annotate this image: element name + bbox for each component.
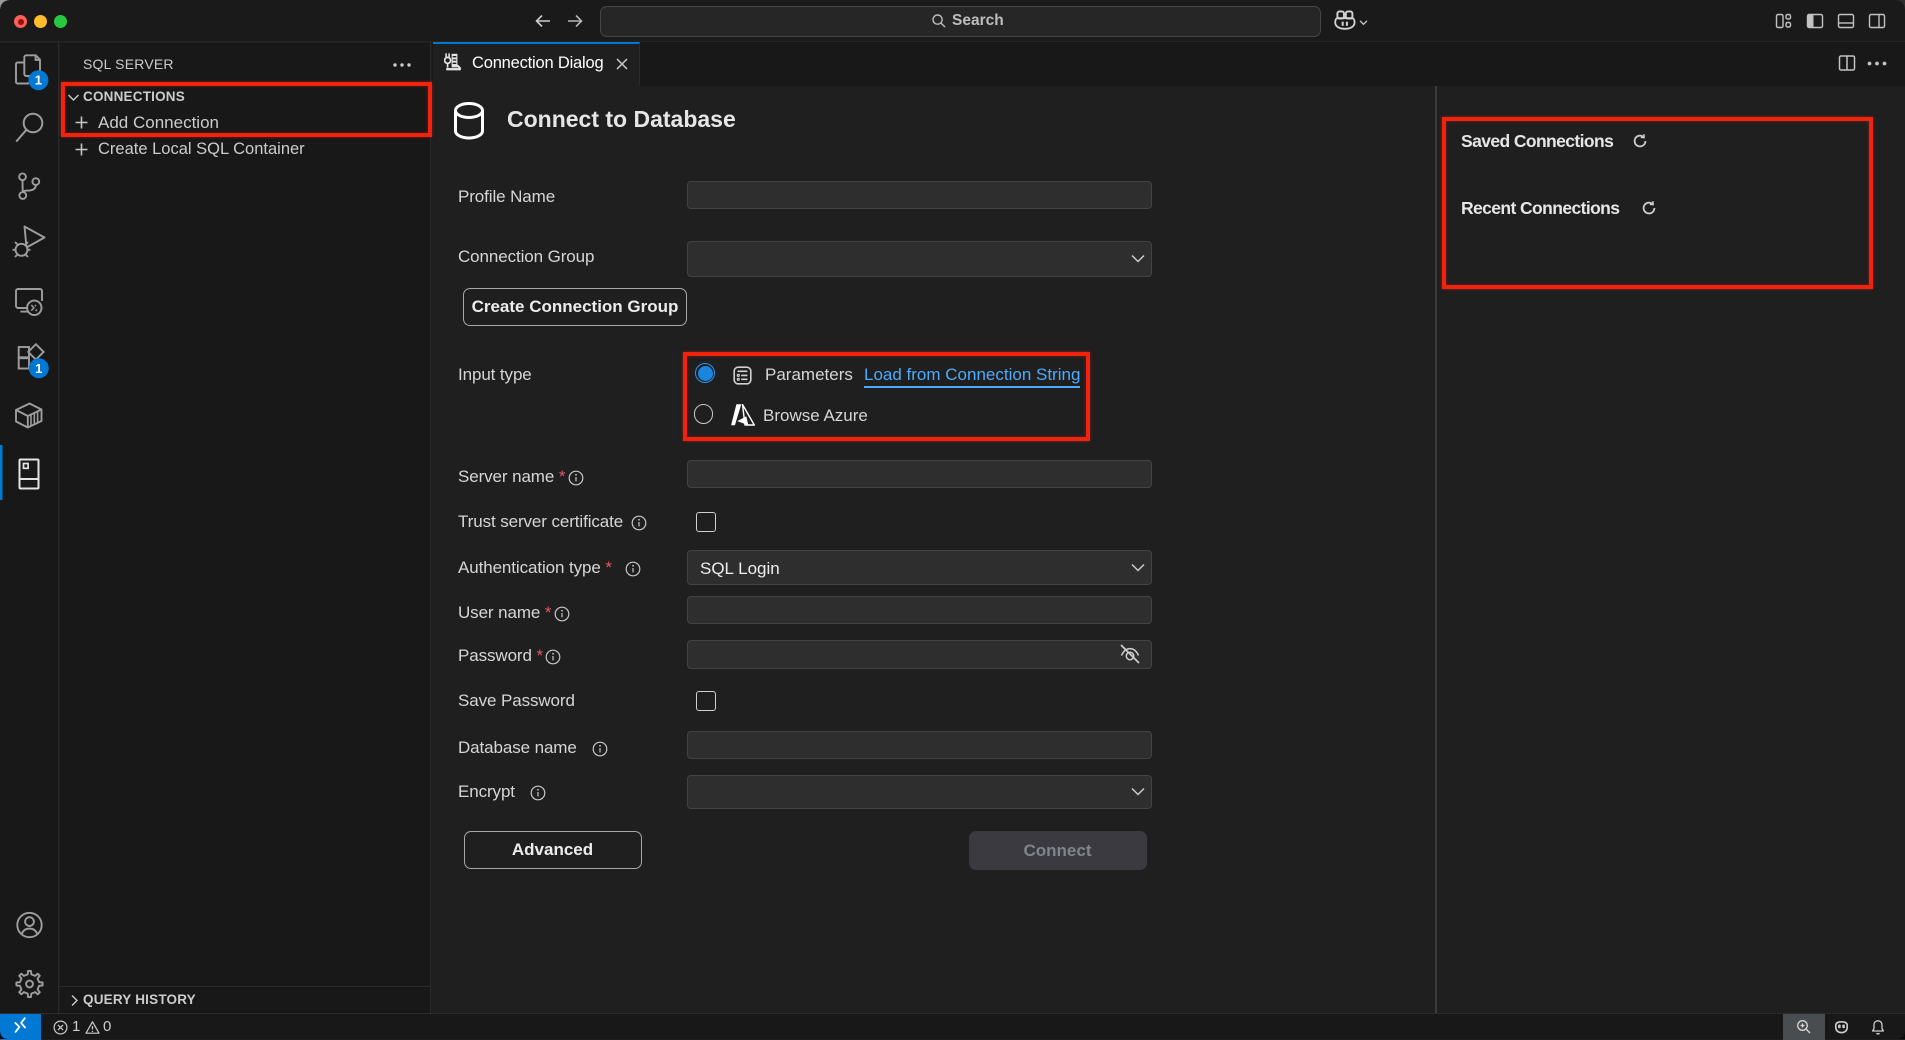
- svg-text:1: 1: [35, 361, 42, 376]
- svg-text:1: 1: [35, 73, 42, 88]
